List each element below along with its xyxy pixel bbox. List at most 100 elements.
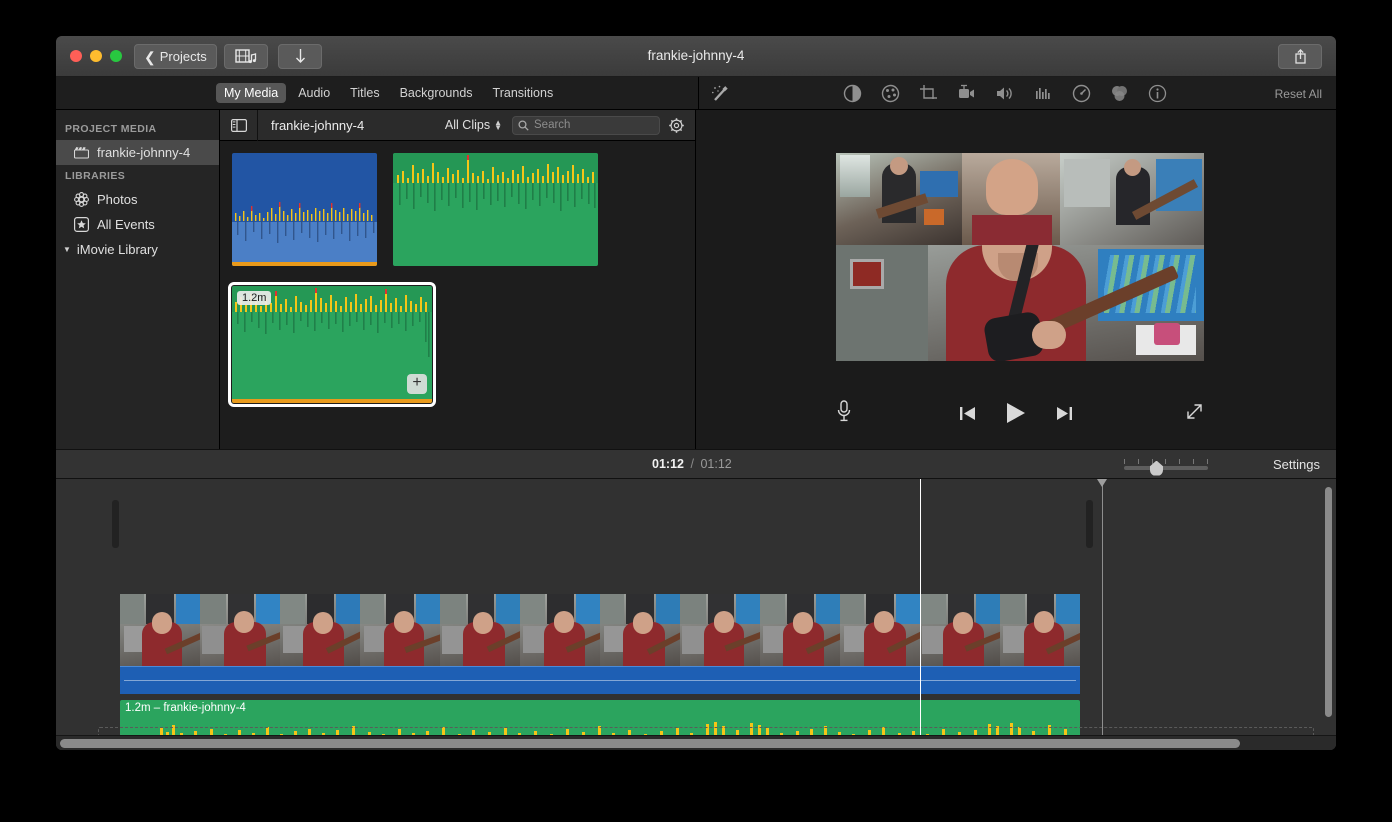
speed-icon[interactable] — [1072, 84, 1091, 103]
total-time: 01:12 — [700, 457, 732, 471]
filters-icon[interactable] — [1110, 84, 1129, 103]
info-icon[interactable] — [1148, 84, 1167, 103]
viewer-pane — [696, 110, 1336, 449]
project-media-header: PROJECT MEDIA — [65, 123, 157, 135]
microphone-icon[interactable] — [836, 400, 852, 422]
browser-title: frankie-johnny-4 — [271, 117, 365, 133]
title-bar: ❮ Projects frankie-johnny-4 — [56, 36, 1336, 77]
adjustment-icon-group — [843, 84, 1167, 103]
tab-transitions[interactable]: Transitions — [485, 83, 562, 103]
search-input[interactable]: Search — [512, 115, 660, 135]
color-correction-icon[interactable] — [881, 84, 900, 103]
clip-selection-bar — [232, 399, 432, 403]
color-balance-icon[interactable] — [843, 84, 862, 103]
filmstrip-frame — [440, 594, 520, 666]
list-item[interactable]: 1.2m + — [228, 282, 436, 407]
sidebar-project-label: frankie-johnny-4 — [97, 145, 191, 160]
filmstrip-frame — [920, 594, 1000, 666]
filmstrip — [120, 594, 1080, 666]
reset-all-button[interactable]: Reset All — [1275, 87, 1322, 101]
media-browser: frankie-johnny-4 All Clips ▲ ▼ Search 1.… — [220, 109, 696, 449]
volume-icon[interactable] — [995, 84, 1015, 103]
clip-selection-bar — [232, 262, 377, 266]
list-item[interactable] — [232, 153, 377, 266]
timeline[interactable]: 1.2m – frankie-johnny-4 — [56, 479, 1336, 750]
horizontal-scrollbar-track[interactable] — [56, 735, 1336, 750]
sidebar-imovie-library-label: iMovie Library — [76, 242, 158, 257]
share-icon — [1293, 48, 1308, 65]
media-tabs: My Media Audio Titles Backgrounds Transi… — [216, 83, 561, 103]
fullscreen-icon[interactable] — [1185, 402, 1204, 421]
filmstrip-frame — [520, 594, 600, 666]
window-title: frankie-johnny-4 — [647, 48, 745, 63]
timeline-vertical-scrollbar[interactable] — [1325, 487, 1332, 717]
timecode-display: 01:12 / 01:12 — [652, 457, 732, 471]
tab-bar: My Media Audio Titles Backgrounds Transi… — [56, 77, 1336, 110]
clip-trim-handle-left[interactable] — [112, 500, 119, 548]
adjustments-toolbar: Reset All — [698, 77, 1336, 110]
photos-icon — [74, 192, 89, 207]
video-preview[interactable] — [836, 153, 1204, 361]
timeline-video-clip[interactable]: 1.2m – frankie-johnny-4 — [120, 594, 1080, 748]
all-clips-dropdown[interactable]: All Clips ▲ ▼ — [445, 118, 502, 132]
player-controls — [696, 400, 1336, 426]
tab-my-media[interactable]: My Media — [216, 83, 287, 103]
skip-previous-icon[interactable] — [958, 405, 977, 422]
playhead[interactable] — [920, 479, 921, 750]
stabilization-icon[interactable] — [957, 84, 976, 103]
current-time: 01:12 — [652, 457, 684, 471]
clip-trim-handle-right[interactable] — [1086, 500, 1093, 548]
magic-wand-icon[interactable] — [711, 85, 731, 103]
settings-button[interactable]: Settings — [1273, 457, 1320, 472]
upper-area: PROJECT MEDIA frankie-johnny-4 LIBRARIES — [56, 109, 1336, 449]
sidebar-item-all-events[interactable]: All Events — [56, 212, 219, 237]
share-button[interactable] — [1278, 44, 1322, 69]
list-item[interactable] — [393, 153, 598, 266]
sidebar-photos-label: Photos — [97, 192, 138, 207]
crop-icon[interactable] — [919, 84, 938, 103]
chevron-updown-icon: ▲ ▼ — [494, 118, 502, 132]
star-icon — [74, 217, 89, 232]
add-clip-button[interactable]: + — [407, 374, 427, 394]
gear-icon[interactable] — [668, 117, 685, 134]
zoom-slider-track[interactable] — [1124, 465, 1208, 470]
clip-grid: 1.2m + — [220, 141, 695, 415]
horizontal-scrollbar-thumb[interactable] — [60, 739, 1240, 748]
sidebar: PROJECT MEDIA frankie-johnny-4 LIBRARIES — [56, 110, 220, 449]
sidebar-item-project[interactable]: frankie-johnny-4 — [56, 140, 219, 165]
filmstrip-frame — [600, 594, 680, 666]
filmstrip-frame — [840, 594, 920, 666]
sidebar-all-events-label: All Events — [97, 217, 155, 232]
chevron-down-icon[interactable]: ▼ — [63, 245, 71, 254]
browser-toolbar: frankie-johnny-4 All Clips ▲ ▼ Search — [220, 109, 695, 141]
zoom-slider[interactable] — [1124, 458, 1208, 476]
all-clips-label: All Clips — [444, 118, 491, 132]
filmstrip-frame — [120, 594, 200, 666]
sidebar-item-imovie-library[interactable]: ▼ iMovie Library — [56, 237, 219, 262]
libraries-header: LIBRARIES — [65, 170, 126, 182]
sidebar-item-photos[interactable]: Photos — [56, 187, 219, 212]
play-icon[interactable] — [1003, 400, 1029, 426]
filmstrip-frame — [680, 594, 760, 666]
tab-backgrounds[interactable]: Backgrounds — [392, 83, 481, 103]
filmstrip-frame — [1000, 594, 1080, 666]
timeline-clip-bar[interactable] — [120, 666, 1080, 694]
filmstrip-frame — [200, 594, 280, 666]
equalizer-icon[interactable] — [1034, 84, 1053, 103]
filmstrip-frame — [280, 594, 360, 666]
tab-audio[interactable]: Audio — [290, 83, 338, 103]
skimmer[interactable] — [1097, 479, 1107, 750]
timeline-clip-label: 1.2m – frankie-johnny-4 — [125, 702, 246, 714]
search-icon — [518, 119, 529, 131]
timecode-separator: / — [690, 457, 694, 471]
imovie-window: ❮ Projects frankie-johnny-4 My Media Aud… — [56, 36, 1336, 750]
sidebar-toggle-icon[interactable] — [220, 109, 258, 141]
filmstrip-frame — [760, 594, 840, 666]
tab-titles[interactable]: Titles — [342, 83, 387, 103]
filmstrip-frame — [360, 594, 440, 666]
timeline-toolbar: 01:12 / 01:12 Settings — [56, 449, 1336, 479]
clapperboard-icon — [74, 146, 89, 159]
skip-next-icon[interactable] — [1055, 405, 1074, 422]
zoom-slider-ticks — [1124, 458, 1208, 464]
search-placeholder: Search — [534, 119, 571, 131]
